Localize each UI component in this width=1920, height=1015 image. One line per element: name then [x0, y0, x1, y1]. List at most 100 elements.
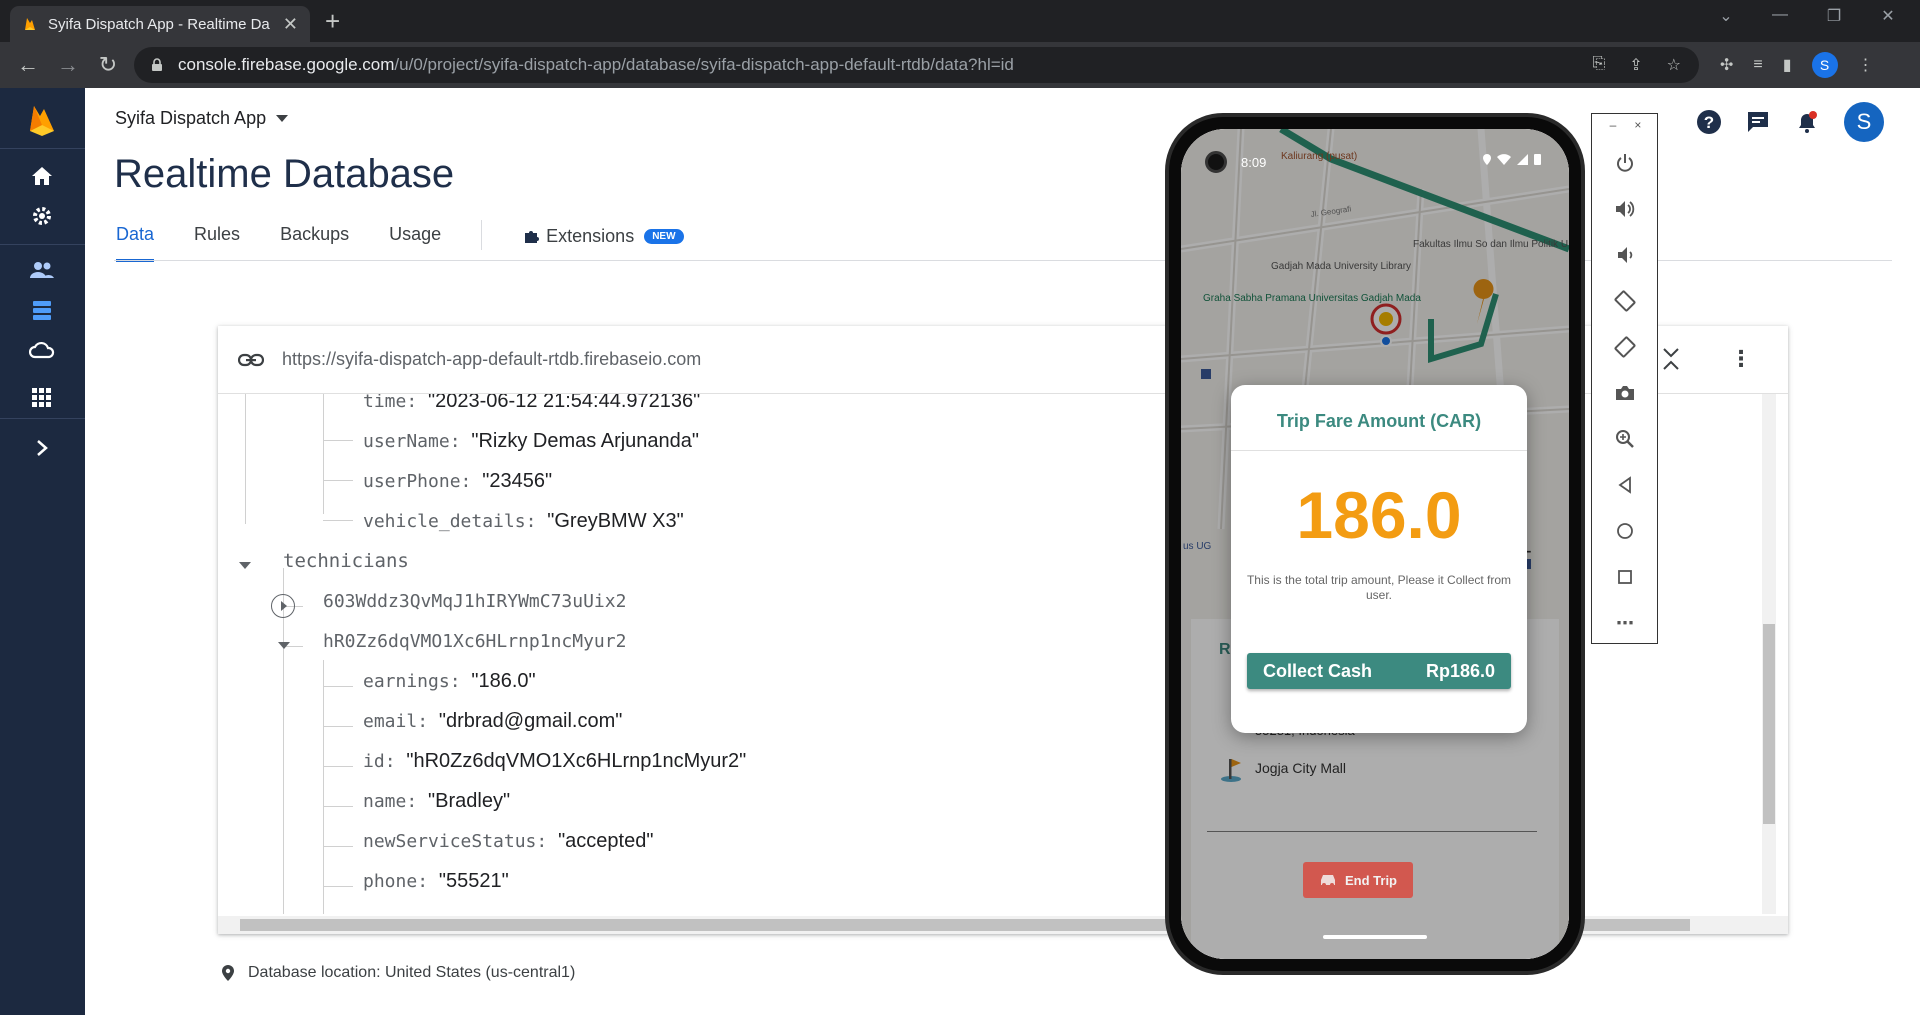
node-value[interactable]: "2023-06-12 21:54:44.972136"	[428, 394, 700, 413]
tree-node[interactable]: name: "Bradley"	[363, 784, 510, 818]
node-value[interactable]: "186.0"	[471, 670, 535, 693]
zoom-icon[interactable]	[1610, 424, 1640, 454]
firebase-logo-icon[interactable]	[28, 103, 56, 137]
expand-rail-chevron-icon[interactable]	[26, 434, 58, 462]
tree-node[interactable]: userPhone: "23456"	[363, 464, 552, 498]
tree-node[interactable]: id: "hR0Zz6dqVMO1Xc6HLrnp1ncMyur2"	[363, 744, 746, 778]
rotate-left-icon[interactable]	[1610, 286, 1640, 316]
tree-guide	[323, 846, 353, 847]
node-value[interactable]: "accepted"	[558, 830, 653, 853]
gesture-nav-handle[interactable]	[1323, 935, 1427, 939]
header-actions: ? S	[1696, 102, 1884, 142]
close-window-icon[interactable]: ✕	[1866, 6, 1910, 26]
node-key: technicians	[283, 550, 409, 572]
url-path: /u/0/project/syifa-dispatch-app/database…	[394, 55, 1014, 74]
dialog-title: Trip Fare Amount (CAR)	[1276, 411, 1482, 431]
emulator-close-icon[interactable]: ×	[1634, 118, 1641, 132]
volume-down-icon[interactable]	[1610, 240, 1640, 270]
tree-guide	[323, 886, 353, 887]
tab-rules[interactable]: Rules	[194, 224, 240, 262]
tab-data[interactable]: Data	[116, 224, 155, 262]
storage-cloud-icon[interactable]	[26, 336, 58, 364]
node-value[interactable]: "GreyBMW X3"	[547, 510, 683, 533]
scrollbar-thumb[interactable]	[1763, 624, 1775, 824]
feedback-icon[interactable]	[1746, 110, 1770, 134]
expand-node-icon[interactable]	[271, 594, 295, 618]
authentication-users-icon[interactable]	[26, 256, 58, 284]
volume-up-icon[interactable]	[1610, 194, 1640, 224]
vertical-scrollbar[interactable]	[1762, 394, 1776, 914]
collapse-caret-icon[interactable]	[239, 562, 251, 569]
emulator-window-controls: – ×	[1592, 118, 1659, 132]
tab-extensions[interactable]: Extensions NEW	[522, 224, 684, 262]
back-icon[interactable]: ←	[8, 52, 48, 78]
all-products-grid-icon[interactable]	[26, 384, 58, 412]
collect-cash-amount: Rp186.0	[1425, 660, 1495, 681]
screenshot-camera-icon[interactable]	[1610, 378, 1640, 408]
restore-icon[interactable]: ❐	[1812, 6, 1856, 26]
browser-toolbar: ← → ↻ console.firebase.google.com/u/0/pr…	[0, 42, 1920, 88]
node-value[interactable]: "drbrad@gmail.com"	[439, 710, 622, 733]
translate-icon[interactable]: ⎘	[1592, 55, 1605, 75]
notifications-bell-icon[interactable]	[1794, 109, 1820, 135]
back-triangle-icon[interactable]	[1610, 470, 1640, 500]
project-selector[interactable]: Syifa Dispatch App	[115, 108, 289, 129]
chrome-menu-icon[interactable]: ⋮	[1858, 55, 1874, 75]
status-clock: 8:09	[1241, 155, 1267, 170]
side-panel-icon[interactable]: ▮	[1783, 55, 1792, 75]
more-options-icon[interactable]: ⋯	[1610, 608, 1640, 638]
tree-node[interactable]: time: "2023-06-12 21:54:44.972136"	[363, 394, 700, 418]
home-icon[interactable]	[26, 162, 58, 190]
node-value[interactable]: "Rizky Demas Arjunanda"	[471, 430, 699, 453]
rotate-right-icon[interactable]	[1610, 332, 1640, 362]
node-key: email	[363, 710, 418, 732]
overview-square-icon[interactable]	[1610, 562, 1640, 592]
tree-node[interactable]: userName: "Rizky Demas Arjunanda"	[363, 424, 699, 458]
settings-gear-icon[interactable]	[26, 202, 58, 230]
profile-avatar[interactable]: S	[1811, 52, 1838, 78]
media-queue-icon[interactable]: ≡	[1753, 56, 1762, 74]
reload-icon[interactable]: ↻	[88, 52, 128, 78]
realtime-database-icon[interactable]	[26, 296, 58, 324]
power-icon[interactable]	[1610, 148, 1640, 178]
tree-node[interactable]: phone: "55521"	[363, 864, 509, 898]
browser-tab[interactable]: Syifa Dispatch App - Realtime Da ✕	[10, 6, 310, 42]
node-value[interactable]: "Bradley"	[428, 790, 510, 813]
tab-close-icon[interactable]: ✕	[283, 14, 298, 35]
tree-node[interactable]: 603Wddz3QvMqJ1hIRYWmC73uUix2	[323, 584, 626, 618]
wifi-icon	[1497, 153, 1511, 165]
car-icon	[1321, 875, 1335, 887]
tree-node[interactable]: newServiceStatus: "accepted"	[363, 824, 653, 858]
node-value[interactable]: "23456"	[482, 470, 552, 493]
node-value[interactable]: "55521"	[439, 870, 509, 893]
tab-backups[interactable]: Backups	[280, 224, 349, 262]
end-trip-button[interactable]: End Trip	[1303, 862, 1413, 898]
collect-cash-label: Collect Cash	[1263, 660, 1373, 681]
address-bar[interactable]: console.firebase.google.com/u/0/project/…	[134, 47, 1699, 83]
tree-node[interactable]: vehicle_details: "GreyBMW X3"	[363, 504, 684, 538]
extensions-puzzle-icon[interactable]: ✣	[1720, 55, 1733, 75]
tree-node[interactable]: earnings: "186.0"	[363, 664, 536, 698]
share-icon[interactable]: ⇪	[1629, 55, 1642, 75]
tab-search-icon[interactable]: ⌄	[1704, 6, 1748, 26]
node-key: name	[363, 790, 407, 812]
collect-cash-button[interactable]: Collect Cash Rp186.0	[1247, 653, 1511, 689]
tree-node[interactable]: hR0Zz6dqVMO1Xc6HLrnp1ncMyur2	[323, 624, 626, 658]
minimize-icon[interactable]: —	[1758, 6, 1802, 26]
database-url[interactable]: https://syifa-dispatch-app-default-rtdb.…	[282, 349, 701, 370]
tree-node[interactable]: email: "drbrad@gmail.com"	[363, 704, 622, 738]
tab-usage[interactable]: Usage	[389, 224, 441, 262]
home-circle-icon[interactable]	[1610, 516, 1640, 546]
more-options-icon[interactable]: ⋮	[1730, 346, 1752, 372]
user-avatar[interactable]: S	[1844, 102, 1884, 142]
collapse-all-icon[interactable]	[1662, 346, 1680, 372]
new-tab-icon[interactable]: +	[325, 8, 340, 34]
signal-icon	[1517, 153, 1528, 165]
bookmark-star-icon[interactable]: ☆	[1667, 55, 1681, 75]
help-icon[interactable]: ?	[1696, 109, 1722, 135]
emulator-minimize-icon[interactable]: –	[1610, 118, 1617, 132]
collapse-caret-icon[interactable]	[278, 642, 290, 649]
node-value[interactable]: "hR0Zz6dqVMO1Xc6HLrnp1ncMyur2"	[406, 750, 746, 773]
tree-node-technicians[interactable]: technicians	[283, 544, 409, 578]
forward-icon[interactable]: →	[48, 52, 88, 78]
